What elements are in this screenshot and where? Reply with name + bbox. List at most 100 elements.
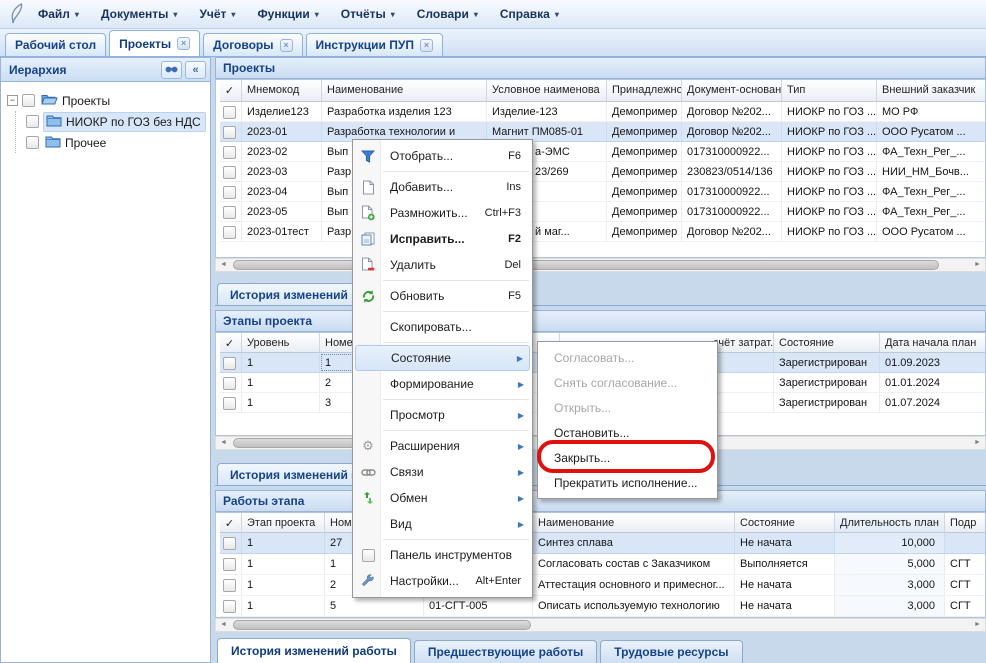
tree-node[interactable]: НИОКР по ГОЗ без НДС bbox=[43, 112, 206, 132]
table-cell[interactable]: 2023-01 bbox=[242, 122, 322, 141]
menubar-item-6[interactable]: Справка▾ bbox=[489, 4, 570, 24]
column-header[interactable]: Этап проекта bbox=[242, 513, 325, 533]
column-header[interactable]: Уровень bbox=[242, 333, 320, 353]
context-menu-item[interactable]: УдалитьDel bbox=[355, 252, 530, 278]
table-cell[interactable]: 2023-05 bbox=[242, 202, 322, 221]
tab-договоры[interactable]: Договоры× bbox=[203, 33, 302, 56]
binoculars-icon[interactable] bbox=[161, 61, 182, 79]
select-all-column-header[interactable]: ✓ bbox=[220, 80, 242, 102]
column-header[interactable]: Состояние bbox=[735, 513, 835, 533]
table-cell[interactable]: ФА_Техн_Рег_... bbox=[877, 182, 986, 201]
table-cell[interactable]: ФА_Техн_Рег_... bbox=[877, 202, 986, 221]
table-cell[interactable]: Зарегистрирован bbox=[774, 393, 880, 412]
table-cell[interactable]: 1 bbox=[242, 575, 325, 595]
column-header[interactable]: Мнемокод bbox=[242, 80, 322, 102]
table-cell[interactable]: Демопример bbox=[607, 222, 682, 241]
column-header[interactable]: Условное наименова bbox=[487, 80, 607, 102]
menubar-item-4[interactable]: Отчёты▾ bbox=[330, 4, 406, 24]
scroll-left-icon[interactable]: ◄ bbox=[216, 437, 231, 449]
checkbox-icon[interactable] bbox=[26, 136, 39, 149]
row-select-cell[interactable] bbox=[220, 222, 242, 241]
table-cell[interactable]: 1 bbox=[242, 533, 325, 553]
scrollbar-thumb[interactable] bbox=[233, 620, 531, 630]
context-menu-item-submenu[interactable]: Вид▶ bbox=[355, 511, 530, 537]
table-cell[interactable]: НИОКР по ГОЗ ... bbox=[782, 102, 877, 121]
row-select-cell[interactable] bbox=[220, 575, 242, 595]
table-cell[interactable]: СГТ bbox=[945, 554, 986, 574]
tab-инструкции-пуп[interactable]: Инструкции ПУП× bbox=[306, 33, 443, 56]
table-cell[interactable]: Демопример bbox=[607, 162, 682, 181]
submenu-item[interactable]: Остановить... bbox=[538, 420, 717, 445]
context-menu-item[interactable]: Исправить...F2 bbox=[355, 226, 530, 252]
table-cell[interactable]: 01-СГТ-005 bbox=[424, 596, 533, 616]
table-cell[interactable]: Демопример bbox=[607, 122, 682, 141]
context-menu-item[interactable]: Размножить...Ctrl+F3 bbox=[355, 200, 530, 226]
table-cell[interactable]: ФА_Техн_Рег_... bbox=[877, 142, 986, 161]
table-cell[interactable]: 01.01.2024 bbox=[880, 373, 986, 392]
table-cell[interactable]: Зарегистрирован bbox=[774, 373, 880, 392]
table-cell[interactable]: 230823/0514/136 bbox=[682, 162, 782, 181]
table-cell[interactable]: НИОКР по ГОЗ ... bbox=[782, 202, 877, 221]
bottom-tab-2[interactable]: Трудовые ресурсы bbox=[600, 640, 742, 663]
row-select-cell[interactable] bbox=[220, 353, 242, 372]
select-all-column-header[interactable]: ✓ bbox=[220, 333, 242, 353]
context-menu-item[interactable]: Отобрать...F6 bbox=[355, 143, 530, 169]
table-cell[interactable]: 3,000 bbox=[835, 596, 945, 616]
tree-expander-icon[interactable]: − bbox=[7, 95, 18, 106]
table-row[interactable]: 2023-02Выпа-ЭМСДемопример017310000922...… bbox=[220, 142, 985, 162]
context-menu-item[interactable]: ОбновитьF5 bbox=[355, 283, 530, 309]
submenu-item-close[interactable]: Закрыть... bbox=[538, 445, 717, 470]
context-menu-item[interactable]: Панель инструментов bbox=[355, 542, 530, 568]
table-cell[interactable]: Изделие-123 bbox=[487, 102, 607, 121]
table-cell[interactable]: 2023-01тест bbox=[242, 222, 322, 241]
table-cell[interactable]: Синтез сплава bbox=[533, 533, 735, 553]
table-cell[interactable]: 1 bbox=[242, 596, 325, 616]
table-cell[interactable]: Демопример bbox=[607, 202, 682, 221]
table-cell[interactable]: Аттестация основного и примесног... bbox=[533, 575, 735, 595]
select-all-column-header[interactable]: ✓ bbox=[220, 513, 242, 533]
collapse-icon[interactable]: « bbox=[185, 61, 206, 79]
menubar-item-3[interactable]: Функции▾ bbox=[246, 4, 329, 24]
context-menu-item[interactable]: Настройки...Alt+Enter bbox=[355, 568, 530, 594]
table-cell[interactable]: 1 bbox=[242, 554, 325, 574]
table-cell[interactable]: 01.07.2024 bbox=[880, 393, 986, 412]
table-cell[interactable]: Не начата bbox=[735, 596, 835, 616]
table-cell[interactable]: 5,000 bbox=[835, 554, 945, 574]
table-cell[interactable]: Демопример bbox=[607, 142, 682, 161]
column-header[interactable]: Наименование bbox=[533, 513, 735, 533]
table-cell[interactable]: 1 bbox=[242, 353, 320, 372]
column-header[interactable]: Принадлежность bbox=[607, 80, 682, 102]
context-menu-item[interactable]: Добавить...Ins bbox=[355, 174, 530, 200]
context-menu-item-submenu[interactable]: ⚙Расширения▶ bbox=[355, 433, 530, 459]
table-cell[interactable]: 017310000922... bbox=[682, 202, 782, 221]
bottom-tab-1[interactable]: Предшествующие работы bbox=[414, 640, 597, 663]
table-cell[interactable]: НИОКР по ГОЗ ... bbox=[782, 122, 877, 141]
submenu-item[interactable]: Прекратить исполнение... bbox=[538, 470, 717, 495]
row-select-cell[interactable] bbox=[220, 122, 242, 141]
menubar-item-1[interactable]: Документы▾ bbox=[90, 4, 189, 24]
context-menu-item-submenu[interactable]: Формирование▶ bbox=[355, 371, 530, 397]
table-cell[interactable]: 5 bbox=[325, 596, 424, 616]
tab-close-icon[interactable]: × bbox=[177, 37, 190, 50]
scroll-left-icon[interactable]: ◄ bbox=[216, 619, 231, 631]
table-cell[interactable]: СГТ bbox=[945, 575, 986, 595]
table-cell[interactable]: ООО Русатом ... bbox=[877, 222, 986, 241]
table-cell[interactable]: СГТ bbox=[945, 596, 986, 616]
table-cell[interactable]: НИОКР по ГОЗ ... bbox=[782, 162, 877, 181]
table-cell[interactable]: Договор №202... bbox=[682, 222, 782, 241]
table-cell[interactable]: 1 bbox=[242, 393, 320, 412]
table-cell[interactable]: Изделие123 bbox=[242, 102, 322, 121]
menubar-item-0[interactable]: Файл▾ bbox=[27, 4, 90, 24]
table-cell[interactable]: 017310000922... bbox=[682, 142, 782, 161]
row-select-cell[interactable] bbox=[220, 373, 242, 392]
tree-node[interactable]: Прочее bbox=[43, 134, 110, 152]
table-cell[interactable]: Описать используемую технологию bbox=[533, 596, 735, 616]
table-cell[interactable]: Согласовать состав с Заказчиком bbox=[533, 554, 735, 574]
table-cell[interactable]: Договор №202... bbox=[682, 102, 782, 121]
context-menu-item[interactable]: Скопировать... bbox=[355, 314, 530, 340]
row-select-cell[interactable] bbox=[220, 554, 242, 574]
table-cell[interactable]: Не начата bbox=[735, 575, 835, 595]
column-header[interactable]: Длительность план▼ bbox=[835, 513, 945, 533]
row-select-cell[interactable] bbox=[220, 102, 242, 121]
table-row[interactable]: 2023-03Разр23/269Демопример230823/0514/1… bbox=[220, 162, 985, 182]
